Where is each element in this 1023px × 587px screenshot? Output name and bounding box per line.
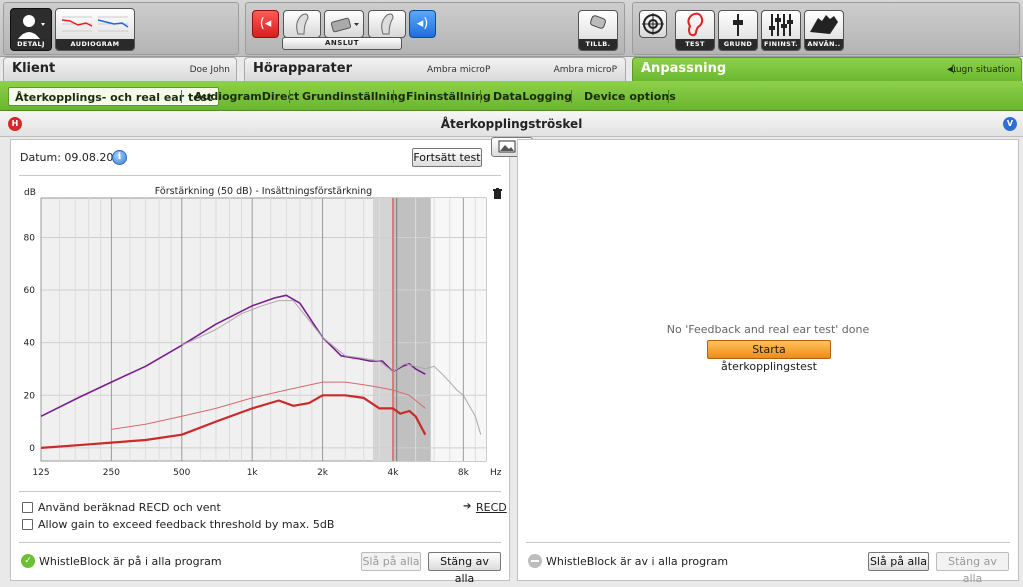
fininst-button[interactable]: FININST. [761, 10, 801, 51]
checkmark-icon: ✓ [21, 554, 35, 568]
anvan-button[interactable]: ANVÄN.. [804, 10, 844, 51]
audiogram-icon [61, 16, 129, 32]
device-left-name: Ambra microP [427, 65, 491, 75]
whistleblock-status-right: WhistleBlock är av i alla program [546, 555, 729, 568]
left-ear-panel: Datum: 09.08.2011 i Fortsätt test dB Hz Fö… [10, 139, 510, 585]
left-ear-badge: V [1003, 117, 1017, 131]
client-name: Doe John [189, 65, 230, 75]
chart-title: Förstärkning (50 dB) - Insättningsförstä… [155, 186, 372, 197]
trash-icon[interactable] [493, 188, 502, 199]
slider-icon [733, 14, 743, 36]
test-button[interactable]: TEST [675, 10, 715, 51]
client-title: Klient [12, 61, 56, 76]
x-tick-label: 250 [103, 468, 120, 478]
info-icon[interactable]: i [112, 150, 127, 165]
toolbar-group-client: DETALJ AUDIOGRAM [3, 2, 239, 55]
programmer-icon [330, 17, 359, 33]
hearing-aids-title: Hörapparater [253, 61, 353, 76]
divider [19, 175, 501, 176]
left-device-button[interactable] [283, 10, 321, 38]
disable-all-button-right[interactable]: Stäng av alla [936, 552, 1009, 585]
right-volume-button[interactable]: ◂) [409, 10, 436, 38]
connect-device-button[interactable] [324, 10, 364, 38]
accessory-icon [590, 15, 606, 29]
enable-all-button-left[interactable]: Slå på alla [361, 552, 421, 571]
y-tick-label: 20 [24, 391, 36, 401]
y-tick-label: 40 [24, 339, 36, 349]
fitting-title: Anpassning [641, 61, 727, 76]
disable-all-button-left[interactable]: Stäng av alla [428, 552, 501, 585]
x-tick-label: 8k [458, 468, 470, 478]
y-tick-label: 0 [29, 444, 35, 454]
hearing-aids-header[interactable]: Hörapparater Ambra microP Ambra microP [244, 57, 626, 81]
tab-separator [480, 90, 481, 103]
left-mute-button[interactable]: (◂ [252, 10, 279, 38]
section-title: Återkopplingströskel [440, 117, 583, 131]
right-device-button[interactable] [368, 10, 406, 38]
tab-grundinstallning[interactable]: Grundinställning [296, 87, 412, 106]
fitting-header[interactable]: Anpassning ◂) Lugn situation [632, 57, 1022, 81]
tillb-button[interactable]: TILLB. [578, 10, 618, 51]
hand-icon [810, 15, 838, 34]
tab-device-options[interactable]: Device options [578, 87, 682, 106]
ear-icon [687, 12, 704, 37]
gain-exceed-checkbox-label: Allow gain to exceed feedback threshold … [38, 518, 335, 531]
x-tick-label: 4k [387, 468, 399, 478]
divider [19, 542, 501, 543]
tab-fininstallning[interactable]: Fininställning [400, 87, 497, 106]
recd-checkbox-label: Använd beräknad RECD och vent [38, 501, 221, 514]
x-tick-label: 2k [317, 468, 329, 478]
tab-separator [668, 90, 669, 103]
y-tick-label: 60 [24, 286, 36, 296]
gain-exceed-checkbox[interactable] [22, 519, 33, 530]
whistleblock-status-left: WhistleBlock är på i alla program [39, 555, 222, 568]
x-axis-label: Hz [490, 468, 502, 478]
disabled-icon [528, 554, 542, 568]
audiogram-button[interactable]: AUDIOGRAM [55, 8, 135, 51]
device-right-name: Ambra microP [553, 65, 617, 75]
y-tick-label: 80 [24, 233, 36, 243]
client-header[interactable]: Klient Doe John [3, 57, 237, 81]
mute-left-icon: (◂ [259, 16, 272, 31]
arrow-right-icon: ➔ [463, 501, 472, 512]
start-feedback-test-button[interactable]: Starta återkopplingstest [707, 340, 831, 373]
main-toolbar: DETALJ AUDIOGRAM (◂ ◂) TILLB. ANSLUT TES… [0, 0, 1023, 57]
equalizer-icon [769, 14, 793, 36]
hearing-aid-left-icon [296, 13, 309, 35]
target-button[interactable] [639, 10, 667, 38]
y-axis-label: dB [24, 188, 36, 198]
speaker-right-icon: ◂) [416, 16, 429, 31]
x-tick-label: 1k [247, 468, 259, 478]
situation-label: Lugn situation [950, 65, 1015, 75]
target-icon [642, 13, 664, 35]
tab-separator [571, 90, 572, 103]
divider [526, 542, 1010, 543]
detalj-button[interactable]: DETALJ [10, 8, 52, 51]
toolbar-group-fitting: TEST GRUND FININST. ANVÄN.. [632, 2, 1020, 55]
right-ear-panel: No 'Feedback and real ear test' done Sta… [517, 139, 1019, 585]
recd-link[interactable]: RECD [476, 501, 507, 514]
tab-separator [289, 90, 290, 103]
tab-separator [181, 90, 182, 103]
enable-all-button-right[interactable]: Slå på alla [868, 552, 929, 571]
user-icon [18, 15, 45, 39]
hearing-aid-right-icon [381, 13, 394, 35]
x-tick-label: 500 [173, 468, 190, 478]
tab-audiogram-direct[interactable]: AudiogramDirect [188, 87, 305, 106]
recd-checkbox[interactable] [22, 502, 33, 513]
tab-datalogging[interactable]: DataLogging [487, 87, 578, 106]
section-header: H Återkopplingströskel V [0, 111, 1023, 137]
continue-test-button[interactable]: Fortsätt test [412, 148, 482, 167]
tab-separator [393, 90, 394, 103]
x-tick-label: 125 [32, 468, 49, 478]
empty-test-message: No 'Feedback and real ear test' done [666, 323, 870, 336]
grund-button[interactable]: GRUND [718, 10, 758, 51]
anslut-button[interactable]: ANSLUT [282, 37, 402, 50]
subtab-bar: Återkopplings- och real ear test Audiogr… [0, 81, 1023, 111]
gain-chart: dB Hz Förstärkning (50 dB) - Insättningsfö… [24, 186, 502, 478]
divider [19, 491, 501, 492]
